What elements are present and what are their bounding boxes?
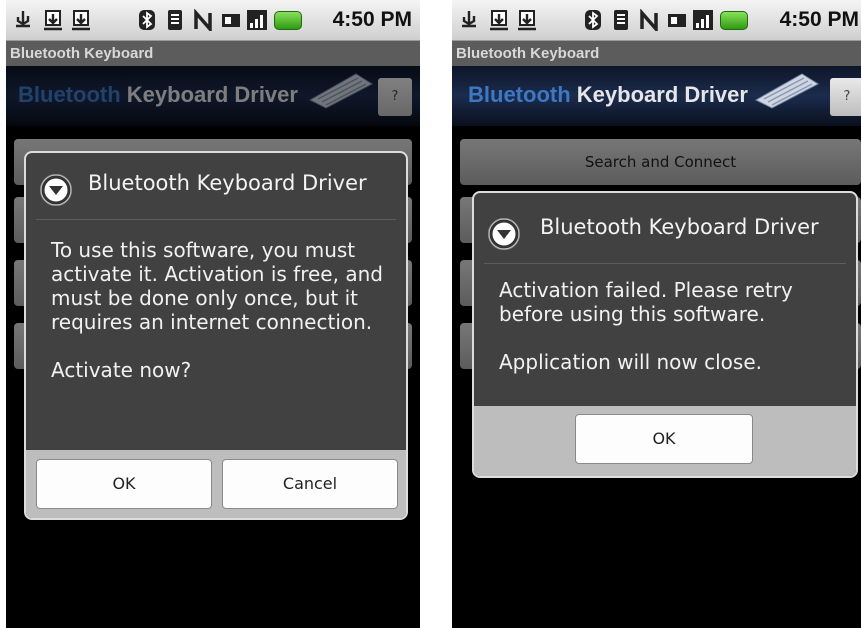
dropdown-arrow-icon [40,174,72,206]
wifi-icon [168,10,182,30]
activation-dialog: Bluetooth Keyboard Driver To use this so… [24,151,408,520]
cancel-button[interactable]: Cancel [222,459,398,509]
download-icon [44,10,62,31]
window-title: Bluetooth Keyboard [452,41,861,66]
dialog-button-bar: OK Cancel [26,450,406,518]
dialog-button-bar: OK [474,406,856,476]
banner-title: Bluetooth Keyboard Driver [468,82,748,108]
usb-icon [16,11,30,28]
dialog-message: Activation failed. Please retry before u… [499,278,793,374]
nfc-icon [640,9,658,31]
download-icon [490,10,508,31]
activation-failed-dialog: Bluetooth Keyboard Driver Activation fai… [472,191,858,478]
download-icon [518,10,536,31]
dialog-divider [484,263,846,264]
usb-icon [462,11,476,28]
status-bar: 4:50 PM [6,0,420,41]
sd-card-icon [668,14,686,27]
sd-card-icon [222,14,240,27]
dialog-title: Bluetooth Keyboard Driver [540,215,819,239]
status-time: 4:50 PM [332,8,412,31]
banner-title-white: Keyboard Driver [576,82,748,107]
banner-title-blue: Bluetooth [468,82,571,107]
app-banner: Bluetooth Keyboard Driver ? [452,66,861,126]
signal-icon [693,10,713,30]
status-bar: 4:50 PM [452,0,861,41]
dialog-message: To use this software, you must activate … [51,238,383,382]
phone-screen-left: 4:50 PM Bluetooth Keyboard Bluetooth Key… [6,0,420,628]
phone-screen-right: 4:50 PM Bluetooth Keyboard Bluetooth Key… [452,0,861,628]
status-time: 4:50 PM [779,8,859,31]
keyboard-icon [754,73,820,109]
dropdown-arrow-icon [488,218,520,250]
battery-icon [274,11,302,30]
bluetooth-icon [139,10,155,30]
signal-icon [247,10,267,30]
dialog-header: Bluetooth Keyboard Driver [26,153,406,219]
wifi-icon [614,10,628,30]
ok-button[interactable]: OK [575,414,753,464]
battery-icon [720,11,748,30]
nfc-icon [194,9,212,31]
ok-button[interactable]: OK [36,459,212,509]
window-title: Bluetooth Keyboard [6,41,420,66]
download-icon [72,10,90,31]
dialog-divider [36,219,396,220]
bluetooth-icon [585,10,601,30]
help-button[interactable]: ? [830,78,861,116]
dialog-header: Bluetooth Keyboard Driver [474,193,856,259]
dialog-title: Bluetooth Keyboard Driver [88,171,367,195]
